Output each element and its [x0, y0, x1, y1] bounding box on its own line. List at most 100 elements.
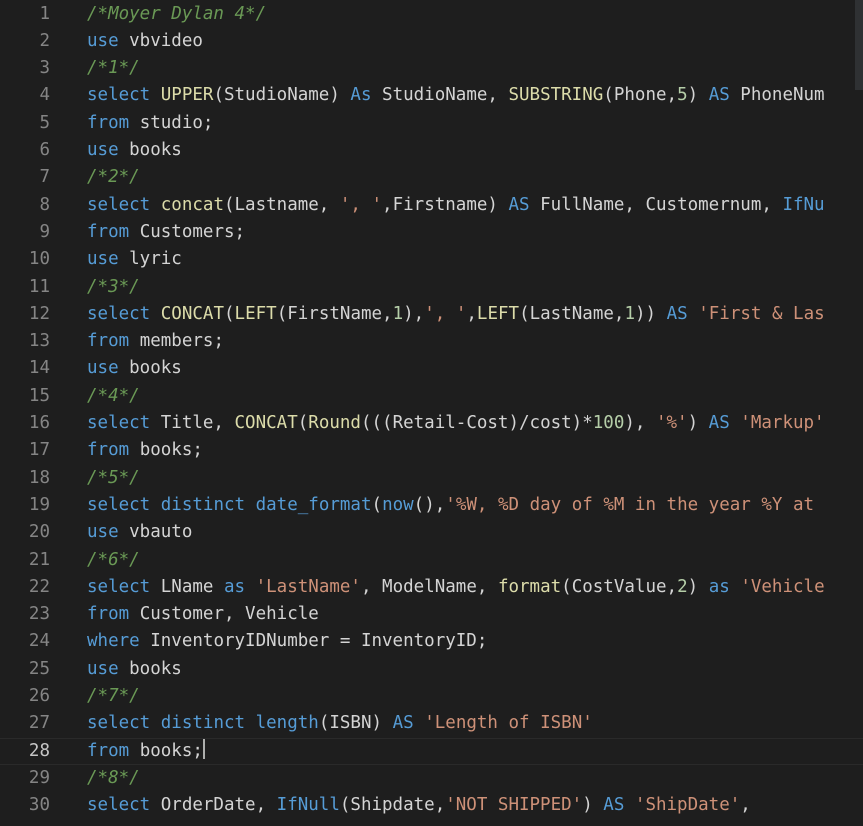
code-text[interactable]: from books;: [87, 437, 203, 464]
code-text[interactable]: /*Moyer Dylan 4*/: [87, 1, 266, 28]
code-text[interactable]: /*5*/: [87, 465, 140, 492]
code-text[interactable]: select distinct length(ISBN) AS 'Length …: [87, 710, 593, 737]
code-text[interactable]: from Customers;: [87, 219, 245, 246]
code-line[interactable]: 26 /*7*/: [0, 683, 863, 710]
code-line[interactable]: 30 select OrderDate, IfNull(Shipdate,'NOT…: [0, 792, 863, 819]
code-line[interactable]: 16 select Title, CONCAT(Round(((Retail-Co…: [0, 410, 863, 437]
code-token: '%W, %D day of %M in the year %Y at: [445, 494, 815, 515]
code-line[interactable]: 4 select UPPER(StudioName) As StudioName,…: [0, 82, 863, 109]
code-token: studio;: [129, 112, 214, 133]
code-text[interactable]: from studio;: [87, 110, 213, 137]
code-line[interactable]: 3 /*1*/: [0, 55, 863, 82]
code-token: (: [297, 413, 309, 433]
code-text[interactable]: use books: [87, 656, 182, 683]
code-token: AS: [392, 713, 414, 734]
code-token: books: [118, 658, 182, 679]
code-text[interactable]: select UPPER(StudioName) As StudioName, …: [87, 82, 825, 109]
code-line[interactable]: 28 from books;: [0, 738, 863, 765]
code-line[interactable]: 22 select LName as 'LastName', ModelName,…: [0, 574, 863, 601]
code-token: format: [497, 576, 562, 597]
code-text[interactable]: use lyric: [87, 246, 182, 273]
code-text[interactable]: use vbauto: [87, 519, 192, 546]
code-token: /*7*/: [87, 686, 140, 706]
code-line[interactable]: 9 from Customers;: [0, 219, 863, 246]
code-token: , ModelName,: [360, 576, 498, 597]
code-text[interactable]: select CONCAT(LEFT(FirstName,1),', ',LEF…: [87, 301, 825, 328]
code-text[interactable]: /*7*/: [87, 683, 140, 710]
code-text[interactable]: use books: [87, 355, 182, 382]
code-text[interactable]: select distinct date_format(now(),'%W, %…: [87, 492, 814, 519]
code-token: (: [223, 303, 235, 324]
code-line[interactable]: 21 /*6*/: [0, 547, 863, 574]
code-text[interactable]: use vbvideo: [87, 28, 203, 55]
code-text[interactable]: /*8*/: [87, 765, 140, 792]
code-editor[interactable]: 1 /*Moyer Dylan 4*/ 2 use vbvideo 3 /*1*/ 4 sel…: [0, 0, 863, 826]
code-token: /*6*/: [87, 549, 140, 570]
code-text[interactable]: select OrderDate, IfNull(Shipdate,'NOT S…: [87, 792, 751, 819]
line-number: 19: [28, 494, 50, 515]
code-line[interactable]: 11 /*3*/: [0, 274, 863, 301]
code-text[interactable]: /*4*/: [87, 383, 140, 410]
code-line[interactable]: 12 select CONCAT(LEFT(FirstName,1),', ',L…: [0, 301, 863, 328]
code-token: ): [687, 413, 709, 433]
code-token: SUBSTRING: [508, 85, 604, 106]
line-number: 21: [28, 549, 50, 570]
line-number: 20: [28, 522, 50, 543]
code-token: from: [87, 604, 130, 625]
code-line[interactable]: 10 use lyric: [0, 246, 863, 273]
code-text[interactable]: select concat(Lastname, ', ',Firstname) …: [87, 192, 825, 219]
code-text[interactable]: /*6*/: [87, 547, 140, 574]
code-text[interactable]: from books;: [87, 738, 205, 765]
code-text[interactable]: from members;: [87, 328, 224, 355]
code-line[interactable]: 24 where InventoryIDNumber = InventoryID;: [0, 628, 863, 655]
code-token: use: [87, 522, 119, 543]
line-number: 23: [28, 604, 50, 625]
code-line[interactable]: 25 use books: [0, 656, 863, 683]
code-line[interactable]: 5 from studio;: [0, 110, 863, 137]
code-token: PhoneNum: [729, 85, 825, 106]
line-number: 11: [28, 276, 50, 297]
code-text[interactable]: from Customer, Vehicle: [87, 601, 319, 628]
code-line[interactable]: 27 select distinct length(ISBN) AS 'Lengt…: [0, 710, 863, 737]
code-token: CONCAT: [160, 303, 224, 324]
code-line[interactable]: 2 use vbvideo: [0, 28, 863, 55]
code-line[interactable]: 29 /*8*/: [0, 765, 863, 792]
code-line[interactable]: 17 from books;: [0, 437, 863, 464]
code-line[interactable]: 14 use books: [0, 355, 863, 382]
line-number: 1: [39, 3, 50, 24]
code-token: (),: [413, 494, 446, 515]
code-token: ,: [466, 303, 477, 324]
code-token: 'Length of ISBN': [424, 713, 593, 734]
code-line[interactable]: 7 /*2*/: [0, 164, 863, 191]
code-text[interactable]: select LName as 'LastName', ModelName, f…: [87, 574, 825, 601]
code-token: distinct: [160, 713, 246, 734]
code-token: /*2*/: [87, 167, 140, 188]
code-token: /*4*/: [87, 385, 140, 406]
code-token: date_format: [255, 494, 372, 515]
code-token: select: [87, 576, 151, 597]
code-text[interactable]: use books: [87, 137, 182, 164]
code-line[interactable]: 18 /*5*/: [0, 465, 863, 492]
code-token: AS: [708, 85, 730, 106]
code-line[interactable]: 6 use books: [0, 137, 863, 164]
code-line[interactable]: 13 from members;: [0, 328, 863, 355]
code-line[interactable]: 20 use vbauto: [0, 519, 863, 546]
code-token: books: [118, 140, 182, 160]
code-line[interactable]: 23 from Customer, Vehicle: [0, 601, 863, 628]
code-line[interactable]: 15 /*4*/: [0, 383, 863, 410]
code-text[interactable]: select Title, CONCAT(Round(((Retail-Cost…: [87, 410, 825, 437]
code-token: use: [87, 140, 119, 160]
code-line[interactable]: 19 select distinct date_format(now(),'%W,…: [0, 492, 863, 519]
code-line[interactable]: 1 /*Moyer Dylan 4*/: [0, 1, 863, 28]
code-token: now: [382, 494, 414, 515]
code-text[interactable]: where InventoryIDNumber = InventoryID;: [87, 628, 487, 655]
code-token: (LastName,: [519, 303, 625, 324]
code-line[interactable]: 8 select concat(Lastname, ', ',Firstname)…: [0, 192, 863, 219]
code-token: AS: [708, 413, 730, 433]
code-text[interactable]: /*1*/: [87, 55, 140, 82]
code-text[interactable]: /*3*/: [87, 274, 140, 301]
code-text[interactable]: /*2*/: [87, 164, 140, 191]
